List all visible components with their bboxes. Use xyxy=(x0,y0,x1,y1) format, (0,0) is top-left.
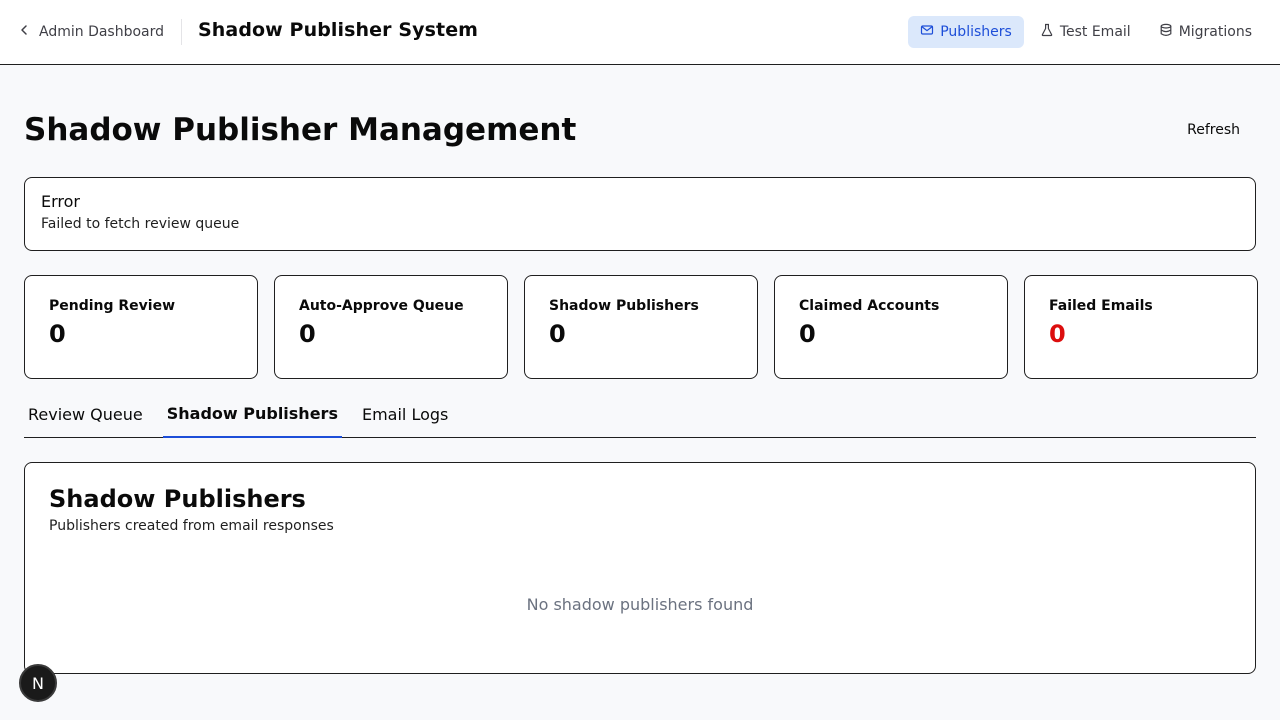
empty-state-message: No shadow publishers found xyxy=(526,595,754,614)
stat-card-shadow-publishers: Shadow Publishers 0 xyxy=(524,275,758,379)
back-to-admin-dashboard-link[interactable]: Admin Dashboard xyxy=(18,20,164,44)
nav-migrations-label: Migrations xyxy=(1178,24,1252,40)
stat-label: Shadow Publishers xyxy=(549,298,699,314)
chevron-left-icon xyxy=(18,24,30,40)
tab-list: Review Queue Shadow Publishers Email Log… xyxy=(24,396,1256,438)
stat-card-auto-approve-queue: Auto-Approve Queue 0 xyxy=(274,275,508,379)
stat-card-claimed-accounts: Claimed Accounts 0 xyxy=(774,275,1008,379)
stat-card-failed-emails: Failed Emails 0 xyxy=(1024,275,1258,379)
badge-label: N xyxy=(32,673,44,693)
tab-review-queue[interactable]: Review Queue xyxy=(24,396,147,438)
mail-icon xyxy=(920,23,934,41)
nav-test-email-label: Test Email xyxy=(1059,24,1131,40)
error-message: Failed to fetch review queue xyxy=(41,216,240,232)
back-link-label: Admin Dashboard xyxy=(39,24,165,40)
nav-test-email-button[interactable]: Test Email xyxy=(1028,16,1143,48)
stat-label: Auto-Approve Queue xyxy=(299,298,464,314)
stat-value: 0 xyxy=(549,320,566,348)
nav-publishers-button[interactable]: Publishers xyxy=(908,16,1024,48)
app-title: Shadow Publisher System xyxy=(198,19,479,41)
error-alert: Error Failed to fetch review queue xyxy=(24,177,1256,251)
stat-value: 0 xyxy=(299,320,316,348)
stat-label: Pending Review xyxy=(49,298,176,314)
top-nav: Publishers Test Email Migrations xyxy=(908,16,1264,48)
panel-title: Shadow Publishers xyxy=(49,485,306,513)
header-divider xyxy=(181,19,182,45)
panel-description: Publishers created from email responses xyxy=(49,518,334,534)
stat-label: Claimed Accounts xyxy=(799,298,940,314)
dev-tools-badge[interactable]: N xyxy=(19,664,57,702)
stat-value: 0 xyxy=(49,320,66,348)
refresh-button[interactable]: Refresh xyxy=(1187,122,1240,138)
stat-value: 0 xyxy=(799,320,816,348)
stat-card-pending-review: Pending Review 0 xyxy=(24,275,258,379)
shadow-publishers-panel: Shadow Publishers Publishers created fro… xyxy=(24,462,1256,674)
error-title: Error xyxy=(41,192,80,211)
page-title: Shadow Publisher Management xyxy=(24,112,577,148)
database-icon xyxy=(1159,23,1173,41)
flask-icon xyxy=(1040,23,1054,41)
tab-shadow-publishers[interactable]: Shadow Publishers xyxy=(162,396,342,438)
tab-email-logs[interactable]: Email Logs xyxy=(358,396,452,438)
nav-migrations-button[interactable]: Migrations xyxy=(1147,16,1264,48)
stat-label: Failed Emails xyxy=(1049,298,1153,314)
stats-row: Pending Review 0 Auto-Approve Queue 0 Sh… xyxy=(24,275,1258,379)
nav-publishers-label: Publishers xyxy=(940,24,1012,40)
stat-value-danger: 0 xyxy=(1049,320,1066,348)
top-bar: Admin Dashboard Shadow Publisher System … xyxy=(0,0,1280,65)
